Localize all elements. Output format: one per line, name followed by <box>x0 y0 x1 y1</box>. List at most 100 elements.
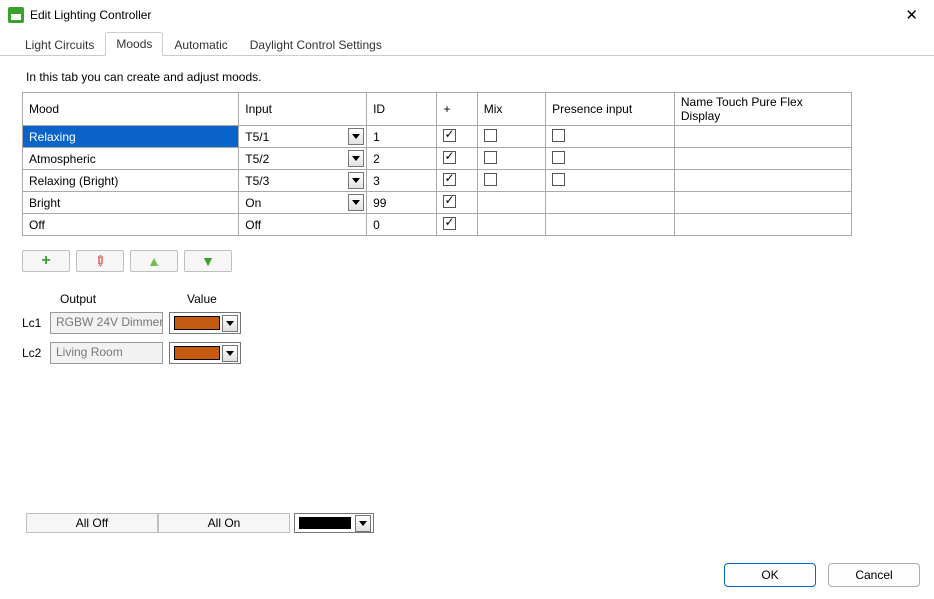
color-swatch <box>174 346 220 360</box>
color-select[interactable] <box>294 513 374 533</box>
mix-cell[interactable] <box>477 170 545 192</box>
move-up-button[interactable]: ▲ <box>130 250 178 272</box>
add-row-button[interactable]: + <box>22 250 70 272</box>
mood-cell[interactable]: Relaxing (Bright) <box>23 170 239 192</box>
name-cell[interactable] <box>674 192 851 214</box>
lc-output-field: Living Room <box>50 342 163 364</box>
input-cell[interactable]: Off <box>239 214 367 236</box>
eraser-icon: ✎ <box>90 251 110 271</box>
id-cell[interactable]: 3 <box>367 170 437 192</box>
dialog-footer: OK Cancel <box>724 563 920 587</box>
mix-cell[interactable] <box>477 126 545 148</box>
tab-automatic[interactable]: Automatic <box>163 33 238 56</box>
presence-cell[interactable] <box>546 126 675 148</box>
presence-cell[interactable] <box>546 214 675 236</box>
checkbox[interactable] <box>443 195 456 208</box>
col-header-presence[interactable]: Presence input <box>546 93 675 126</box>
color-swatch <box>299 517 351 529</box>
titlebar: Edit Lighting Controller ✕ <box>0 0 934 30</box>
name-cell[interactable] <box>674 126 851 148</box>
lc-label: Lc2 <box>22 346 44 360</box>
color-swatch <box>174 316 220 330</box>
input-cell[interactable]: T5/2 <box>239 148 367 170</box>
chevron-down-icon[interactable] <box>348 194 364 211</box>
checkbox[interactable] <box>484 129 497 142</box>
col-header-input[interactable]: Input <box>239 93 367 126</box>
lc-row: Lc1RGBW 24V Dimmer <box>22 312 912 334</box>
table-row[interactable]: OffOff0 <box>23 214 852 236</box>
lc-value-select[interactable] <box>169 342 241 364</box>
checkbox[interactable] <box>552 151 565 164</box>
presence-cell[interactable] <box>546 148 675 170</box>
presence-cell[interactable] <box>546 170 675 192</box>
input-cell[interactable]: On <box>239 192 367 214</box>
lc-value-select[interactable] <box>169 312 241 334</box>
bottom-row: All Off All On <box>26 513 374 533</box>
window-title: Edit Lighting Controller <box>30 8 897 22</box>
name-cell[interactable] <box>674 214 851 236</box>
chevron-down-icon[interactable] <box>348 150 364 167</box>
chevron-down-icon[interactable] <box>355 515 371 532</box>
checkbox[interactable] <box>443 217 456 230</box>
mood-cell[interactable]: Bright <box>23 192 239 214</box>
name-cell[interactable] <box>674 148 851 170</box>
outputs-header: Output Value <box>60 292 912 306</box>
move-down-button[interactable]: ▼ <box>184 250 232 272</box>
presence-cell[interactable] <box>546 192 675 214</box>
mood-cell[interactable]: Atmospheric <box>23 148 239 170</box>
output-header-output: Output <box>60 292 173 306</box>
plus-cell[interactable] <box>437 170 477 192</box>
cancel-button[interactable]: Cancel <box>828 563 920 587</box>
output-header-value: Value <box>187 292 300 306</box>
lc-label: Lc1 <box>22 316 44 330</box>
mood-cell[interactable]: Off <box>23 214 239 236</box>
mix-cell[interactable] <box>477 214 545 236</box>
col-header-plus[interactable]: + <box>437 93 477 126</box>
col-header-mood[interactable]: Mood <box>23 93 239 126</box>
checkbox[interactable] <box>552 129 565 142</box>
checkbox[interactable] <box>443 151 456 164</box>
lc-row: Lc2 Living Room <box>22 342 912 364</box>
col-header-id[interactable]: ID <box>367 93 437 126</box>
plus-cell[interactable] <box>437 214 477 236</box>
col-header-name[interactable]: Name Touch Pure Flex Display <box>674 93 851 126</box>
table-row[interactable]: AtmosphericT5/22 <box>23 148 852 170</box>
ok-button[interactable]: OK <box>724 563 816 587</box>
chevron-down-icon[interactable] <box>222 345 238 362</box>
plus-cell[interactable] <box>437 148 477 170</box>
moods-table: Mood Input ID + Mix Presence input Name … <box>22 92 852 236</box>
delete-row-button[interactable]: ✎ <box>76 250 124 272</box>
close-icon[interactable]: ✕ <box>897 2 926 28</box>
checkbox[interactable] <box>443 173 456 186</box>
chevron-down-icon[interactable] <box>348 128 364 145</box>
table-row[interactable]: BrightOn99 <box>23 192 852 214</box>
tabstrip: Light Circuits Moods Automatic Daylight … <box>0 30 934 56</box>
plus-cell[interactable] <box>437 126 477 148</box>
input-cell[interactable]: T5/1 <box>239 126 367 148</box>
id-cell[interactable]: 2 <box>367 148 437 170</box>
checkbox[interactable] <box>552 173 565 186</box>
id-cell[interactable]: 1 <box>367 126 437 148</box>
chevron-down-icon[interactable] <box>348 172 364 189</box>
mood-cell[interactable]: Relaxing <box>23 126 239 148</box>
tab-light-circuits[interactable]: Light Circuits <box>14 33 105 56</box>
all-off-button[interactable]: All Off <box>26 513 158 533</box>
col-header-mix[interactable]: Mix <box>477 93 545 126</box>
checkbox[interactable] <box>484 151 497 164</box>
tab-moods[interactable]: Moods <box>105 32 163 56</box>
checkbox[interactable] <box>443 129 456 142</box>
table-row[interactable]: Relaxing (Bright)T5/33 <box>23 170 852 192</box>
name-cell[interactable] <box>674 170 851 192</box>
app-icon <box>8 7 24 23</box>
all-on-button[interactable]: All On <box>158 513 290 533</box>
mix-cell[interactable] <box>477 192 545 214</box>
table-row[interactable]: RelaxingT5/11 <box>23 126 852 148</box>
id-cell[interactable]: 0 <box>367 214 437 236</box>
chevron-down-icon[interactable] <box>222 315 238 332</box>
input-cell[interactable]: T5/3 <box>239 170 367 192</box>
plus-cell[interactable] <box>437 192 477 214</box>
checkbox[interactable] <box>484 173 497 186</box>
id-cell[interactable]: 99 <box>367 192 437 214</box>
mix-cell[interactable] <box>477 148 545 170</box>
tab-daylight-control-settings[interactable]: Daylight Control Settings <box>239 33 393 56</box>
